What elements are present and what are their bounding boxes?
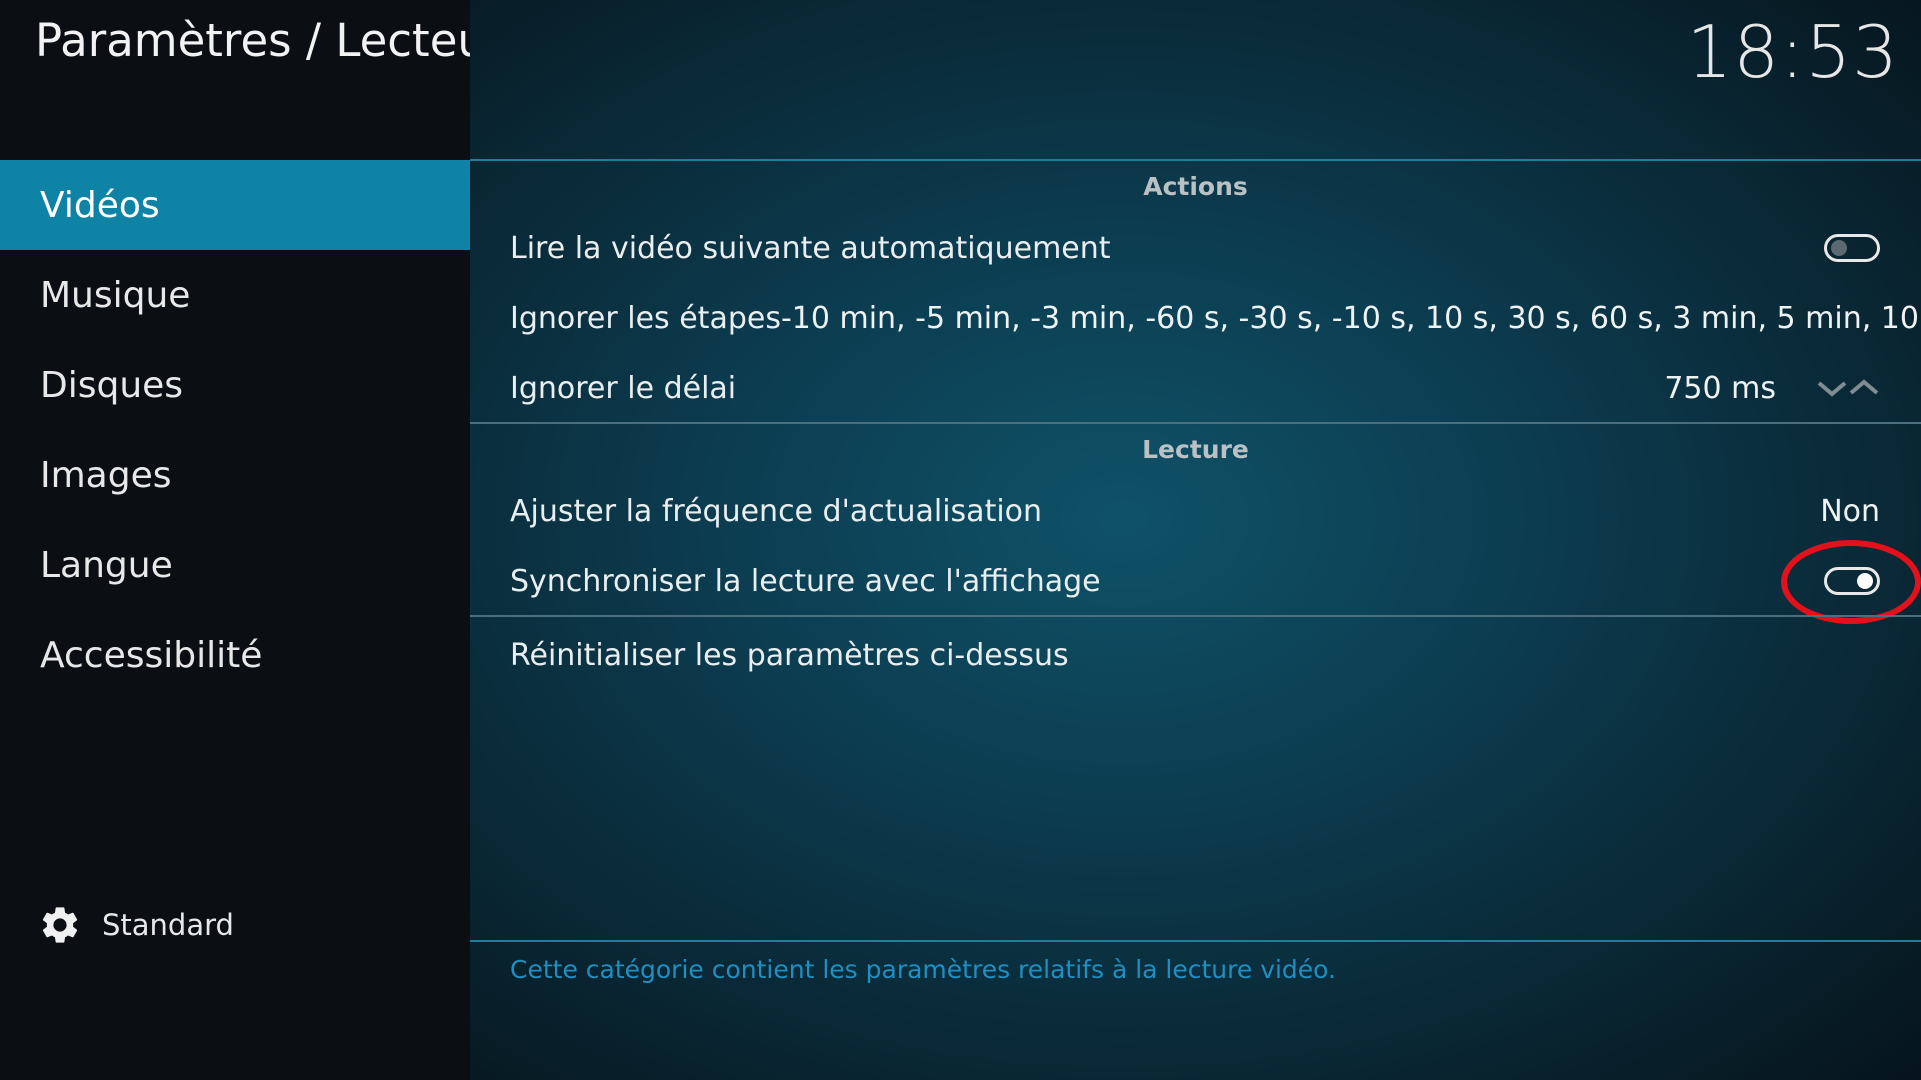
divider	[470, 940, 1921, 942]
sidebar-item-images[interactable]: Images	[0, 430, 470, 520]
kodi-settings-window: Paramètres / Lecteur Vidéos Musique Disq…	[0, 0, 1921, 1080]
chevron-up-icon[interactable]	[1848, 377, 1880, 399]
sidebar-item-label: Langue	[40, 544, 173, 586]
setting-label: Ignorer les étapes	[510, 300, 781, 336]
sidebar: Paramètres / Lecteur Vidéos Musique Disq…	[0, 0, 504, 1080]
setting-label: Synchroniser la lecture avec l'affichage	[510, 563, 1101, 599]
setting-autoplay-next-video[interactable]: Lire la vidéo suivante automatiquement	[510, 218, 1880, 278]
toggle-knob	[1831, 240, 1847, 256]
sidebar-item-label: Accessibilité	[40, 634, 263, 676]
sidebar-item-label: Disques	[40, 364, 184, 406]
settings-panel: 18:53 Actions Lire la vidéo suivante aut…	[470, 0, 1921, 1080]
setting-label: Lire la vidéo suivante automatiquement	[510, 230, 1111, 266]
divider	[470, 422, 1921, 424]
sidebar-item-accessibilite[interactable]: Accessibilité	[0, 610, 470, 700]
settings-level-label: Standard	[102, 908, 234, 942]
gear-icon	[38, 903, 82, 947]
setting-value: -10 min, -5 min, -3 min, -60 s, -30 s, -…	[780, 300, 1921, 336]
highlight-annotation-circle	[1781, 540, 1921, 624]
page-title: Paramètres / Lecteur	[35, 14, 505, 67]
sidebar-item-musique[interactable]: Musique	[0, 250, 470, 340]
divider	[470, 615, 1921, 617]
setting-seek-steps[interactable]: Ignorer les étapes -10 min, -5 min, -3 m…	[510, 288, 1921, 348]
spinner-control	[1816, 377, 1880, 399]
sidebar-item-label: Vidéos	[40, 184, 160, 226]
setting-seek-delay[interactable]: Ignorer le délai 750 ms	[510, 358, 1880, 418]
divider	[470, 159, 1921, 161]
section-header-lecture: Lecture	[1142, 435, 1249, 464]
settings-level-button[interactable]: Standard	[38, 903, 234, 947]
setting-label: Ignorer le délai	[510, 370, 737, 406]
reset-label: Réinitialiser les paramètres ci-dessus	[510, 637, 1069, 673]
toggle-switch-off[interactable]	[1824, 234, 1880, 262]
setting-adjust-refresh-rate[interactable]: Ajuster la fréquence d'actualisation Non	[510, 481, 1880, 541]
setting-sync-playback-display[interactable]: Synchroniser la lecture avec l'affichage	[510, 551, 1880, 611]
category-description: Cette catégorie contient les paramètres …	[510, 955, 1336, 984]
sidebar-item-langue[interactable]: Langue	[0, 520, 470, 610]
sidebar-item-videos[interactable]: Vidéos	[0, 160, 470, 250]
sidebar-item-label: Images	[40, 454, 172, 496]
sidebar-item-disques[interactable]: Disques	[0, 340, 470, 430]
setting-value: Non	[1820, 493, 1880, 529]
section-header-actions: Actions	[1143, 172, 1248, 201]
setting-value: 750 ms	[1664, 370, 1776, 406]
sidebar-item-label: Musique	[40, 274, 191, 316]
clock: 18:53	[1686, 10, 1899, 94]
chevron-down-icon[interactable]	[1816, 377, 1848, 399]
setting-label: Ajuster la fréquence d'actualisation	[510, 493, 1043, 529]
reset-settings-button[interactable]: Réinitialiser les paramètres ci-dessus	[510, 625, 1880, 685]
